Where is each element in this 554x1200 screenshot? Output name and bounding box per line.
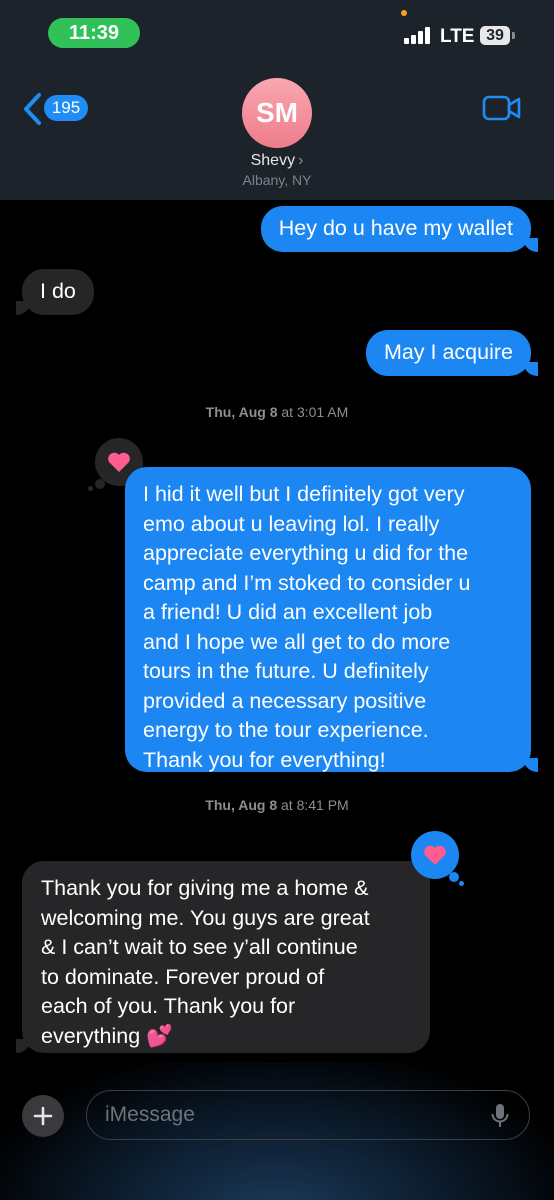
message-input-placeholder: iMessage (105, 1103, 195, 1126)
timestamp-day: Thu, Aug 8 (205, 797, 278, 813)
privacy-indicator-dot (401, 10, 407, 16)
reaction-tail-dot (88, 486, 93, 491)
bubble-tail (524, 238, 538, 252)
status-bar: 11:39 LTE 39 (0, 0, 554, 60)
reaction-tail-dot (449, 872, 459, 882)
cellular-signal-icon (404, 26, 434, 44)
message-bubble-incoming-long[interactable]: Thank you for giving me a home & welcomi… (22, 861, 430, 1053)
bubble-tail (16, 301, 30, 315)
status-time[interactable]: 11:39 (48, 18, 140, 48)
timestamp-day: Thu, Aug 8 (205, 404, 278, 420)
conversation-header: 195 SM Shevy › Albany, NY (0, 60, 554, 200)
battery-tip (512, 32, 515, 39)
video-camera-icon[interactable] (482, 94, 522, 122)
bubble-tail (16, 1039, 30, 1053)
bubble-tail (524, 758, 538, 772)
chevron-right-icon: › (298, 152, 304, 169)
message-bubble-outgoing[interactable]: May I acquire (365, 330, 531, 376)
bubble-tail (524, 362, 538, 376)
contact-name-row[interactable]: Shevy › (0, 152, 554, 170)
message-timestamp: Thu, Aug 8 at 3:01 AM (0, 404, 554, 420)
message-timestamp: Thu, Aug 8 at 8:41 PM (0, 797, 554, 813)
message-bubble-outgoing[interactable]: Hey do u have my wallet (260, 206, 531, 252)
battery-icon: 39 (480, 26, 510, 45)
message-input[interactable]: iMessage (86, 1090, 530, 1140)
chevron-left-icon[interactable] (22, 92, 42, 126)
network-type: LTE (440, 26, 475, 47)
contact-name[interactable]: Shevy (251, 152, 295, 169)
contact-location: Albany, NY (242, 172, 312, 188)
reaction-tail-dot (95, 479, 105, 489)
microphone-icon[interactable] (490, 1102, 510, 1130)
message-bubble-incoming[interactable]: I do (22, 269, 94, 315)
timestamp-time: at 3:01 AM (281, 404, 349, 420)
back-unread-badge[interactable]: 195 (44, 95, 88, 121)
timestamp-time: at 8:41 PM (281, 797, 349, 813)
contact-avatar[interactable]: SM (242, 78, 312, 148)
reaction-tail-dot (459, 881, 464, 886)
plus-icon[interactable] (22, 1095, 64, 1137)
message-bubble-outgoing-long[interactable]: I hid it well but I definitely got very … (125, 467, 531, 772)
